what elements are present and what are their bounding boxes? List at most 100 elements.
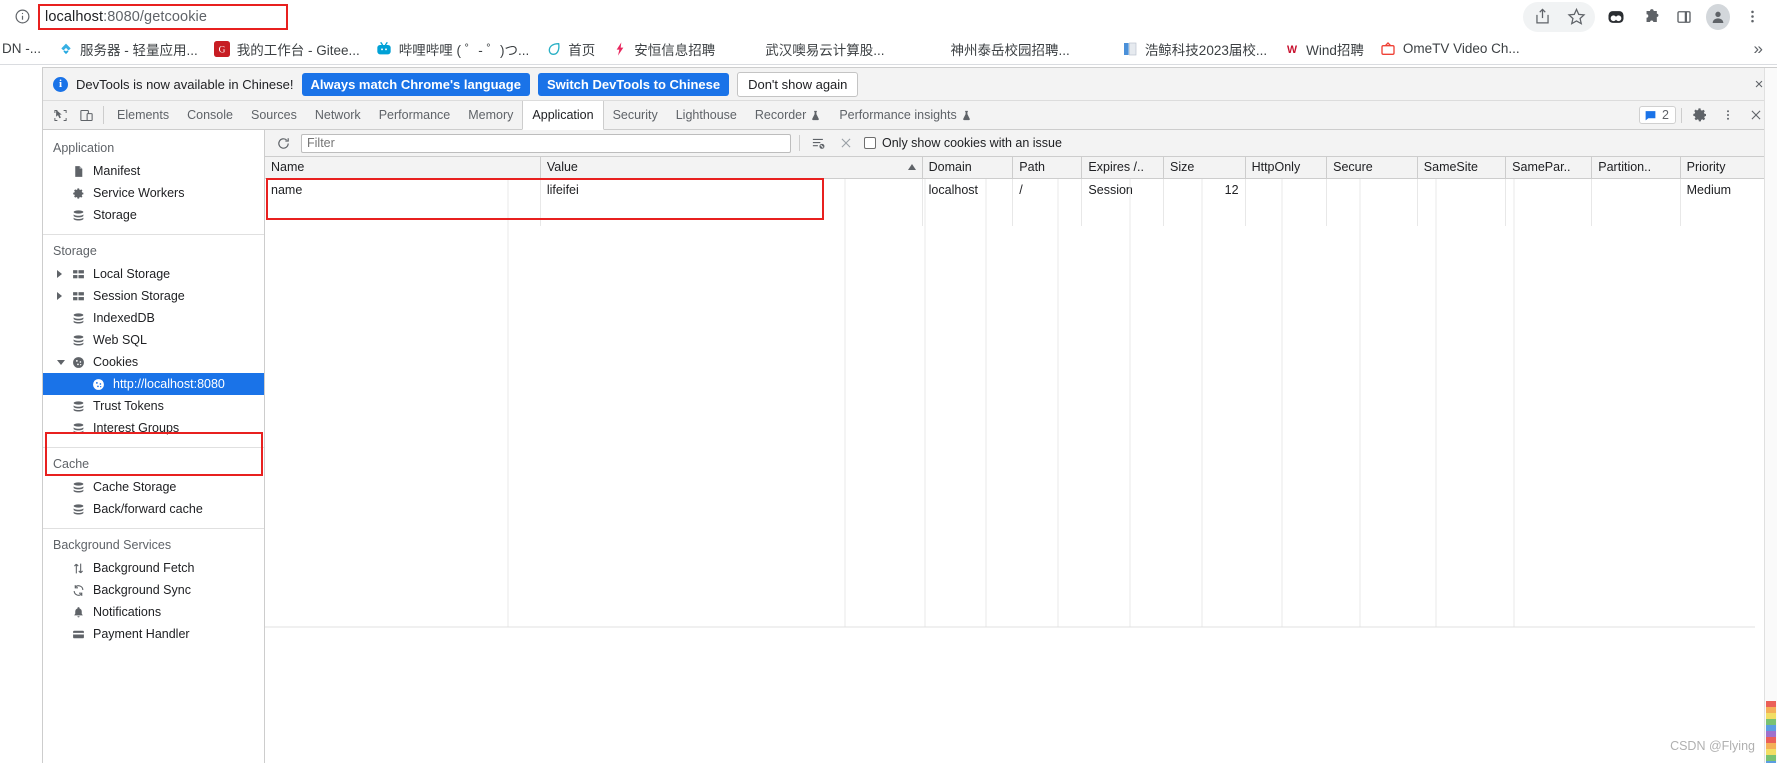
- sidebar-item-local-storage[interactable]: Local Storage: [43, 263, 264, 285]
- messages-count: 2: [1662, 108, 1669, 122]
- refresh-icon[interactable]: [273, 133, 293, 153]
- page-scrollbar[interactable]: [1764, 68, 1777, 763]
- dont-show-again-button[interactable]: Don't show again: [737, 71, 859, 97]
- only-issues-label: Only show cookies with an issue: [882, 136, 1062, 150]
- sidebar-item-label: Trust Tokens: [93, 399, 164, 413]
- bookmark-item[interactable]: 神州泰岳校园招聘...: [943, 36, 1078, 62]
- always-match-language-button[interactable]: Always match Chrome's language: [301, 72, 530, 96]
- sidebar-item-indexeddb[interactable]: IndexedDB: [43, 307, 264, 329]
- sidebar-item-session-storage[interactable]: Session Storage: [43, 285, 264, 307]
- chevron-right-icon[interactable]: [57, 270, 62, 278]
- switch-to-chinese-button[interactable]: Switch DevTools to Chinese: [537, 72, 730, 96]
- sidebar-item-notifications[interactable]: Notifications: [43, 601, 264, 623]
- column-header-samesite[interactable]: SameSite: [1417, 157, 1507, 179]
- bookmark-label: 首页: [568, 42, 596, 58]
- tab-security[interactable]: Security: [604, 101, 667, 129]
- watermark-text: CSDN @Flying: [1670, 739, 1755, 753]
- chevron-right-icon[interactable]: [57, 292, 62, 300]
- sidepanel-icon[interactable]: [1667, 2, 1701, 32]
- tab-performance-insights[interactable]: Performance insights: [830, 101, 980, 129]
- bookmark-item[interactable]: DN -...: [0, 38, 49, 59]
- omnibox-action-pill: [1523, 1, 1595, 32]
- sidebar-group-title: Cache: [53, 457, 90, 471]
- inspect-element-icon[interactable]: [47, 101, 73, 129]
- sidebar-item-service-workers[interactable]: Service Workers: [43, 182, 264, 204]
- column-header-name[interactable]: Name: [265, 157, 541, 179]
- tab-memory[interactable]: Memory: [459, 101, 522, 129]
- sidebar-item-trust-tokens[interactable]: Trust Tokens: [43, 395, 264, 417]
- clear-all-cookies-icon[interactable]: [836, 133, 856, 153]
- sidebar-item-payment-handler[interactable]: Payment Handler: [43, 623, 264, 645]
- column-header-value[interactable]: Value: [540, 157, 923, 179]
- sidebar-item-cache-storage[interactable]: Cache Storage: [43, 476, 264, 498]
- bookmark-item[interactable]: 服务器 - 轻量应用...: [49, 36, 206, 62]
- column-header-partitionkey[interactable]: Partition..: [1591, 157, 1681, 179]
- bookmark-label: DN -...: [2, 41, 41, 56]
- sidebar-item-back-forward-cache[interactable]: Back/forward cache: [43, 498, 264, 520]
- messages-badge[interactable]: 2: [1639, 106, 1676, 124]
- chevron-down-icon[interactable]: [57, 359, 65, 365]
- toolbar-divider: [1681, 107, 1682, 123]
- bookmark-item[interactable]: W Wind招聘: [1275, 36, 1372, 62]
- bookmark-item[interactable]: 武汉噢易云计算股...: [757, 36, 892, 62]
- tab-console[interactable]: Console: [178, 101, 242, 129]
- profile-avatar-icon[interactable]: [1701, 2, 1735, 32]
- column-header-path[interactable]: Path: [1012, 157, 1083, 179]
- tab-lighthouse[interactable]: Lighthouse: [667, 101, 746, 129]
- bookmark-item[interactable]: G 我的工作台 - Gitee...: [206, 36, 368, 62]
- tab-application[interactable]: Application: [522, 101, 604, 130]
- cookies-filter-input[interactable]: [301, 133, 791, 153]
- star-icon[interactable]: [1559, 2, 1593, 32]
- address-bar[interactable]: localhost:8080/getcookie: [38, 3, 1523, 31]
- sidebar-item-cookie-origin-localhost[interactable]: http://localhost:8080: [43, 373, 264, 395]
- column-header-secure[interactable]: Secure: [1326, 157, 1418, 179]
- clear-filtered-icon[interactable]: [808, 133, 828, 153]
- table-header-row: Name Value Domain Path Expires /.. Size …: [265, 157, 1777, 179]
- column-header-httponly[interactable]: HttpOnly: [1245, 157, 1328, 179]
- sidebar-item-background-fetch[interactable]: Background Fetch: [43, 557, 264, 579]
- site-info-icon[interactable]: [12, 7, 32, 27]
- kebab-menu-icon[interactable]: [1715, 104, 1741, 126]
- browser-kebab-menu-icon[interactable]: [1735, 2, 1769, 32]
- bookmark-item[interactable]: 首页: [537, 36, 603, 62]
- bookmark-item[interactable]: 安恒信息招聘: [603, 36, 723, 62]
- share-icon[interactable]: [1525, 2, 1559, 32]
- column-header-expires[interactable]: Expires /..: [1081, 157, 1164, 179]
- extension-panda-icon[interactable]: [1599, 2, 1633, 32]
- sidebar-item-cookies[interactable]: Cookies: [43, 351, 264, 373]
- gear-icon[interactable]: [1687, 104, 1713, 126]
- tab-network[interactable]: Network: [306, 101, 370, 129]
- tab-label: Application: [532, 108, 594, 122]
- tab-label: Security: [612, 108, 658, 122]
- only-issues-checkbox[interactable]: Only show cookies with an issue: [864, 136, 1062, 150]
- tab-label: Performance insights: [839, 108, 957, 122]
- bookmark-item[interactable]: 浩鲸科技2023届校...: [1114, 36, 1275, 62]
- bookmarks-overflow-button[interactable]: »: [1744, 39, 1773, 59]
- puzzle-extensions-icon[interactable]: [1633, 2, 1667, 32]
- cookies-table-container[interactable]: Name Value Domain Path Expires /.. Size …: [265, 157, 1777, 763]
- url-text: localhost:8080/getcookie: [38, 9, 207, 25]
- column-header-priority[interactable]: Priority: [1680, 157, 1777, 179]
- browser-omnibox-row: localhost:8080/getcookie: [0, 0, 1777, 33]
- sidebar-item-background-sync[interactable]: Background Sync: [43, 579, 264, 601]
- sidebar-item-web-sql[interactable]: Web SQL: [43, 329, 264, 351]
- cookie-icon: [71, 355, 86, 370]
- column-header-domain[interactable]: Domain: [922, 157, 1014, 179]
- tab-sources[interactable]: Sources: [242, 101, 306, 129]
- tab-performance[interactable]: Performance: [370, 101, 460, 129]
- tab-elements[interactable]: Elements: [108, 101, 178, 129]
- checkbox-box[interactable]: [864, 137, 876, 149]
- sidebar-item-interest-groups[interactable]: Interest Groups: [43, 417, 264, 439]
- bookmark-item[interactable]: OmeTV Video Ch...: [1372, 37, 1528, 60]
- bookmark-item[interactable]: 哔哩哔哩 ( ゜- ゜)つ...: [368, 36, 538, 62]
- tab-recorder[interactable]: Recorder: [746, 101, 830, 129]
- info-badge-icon: i: [53, 76, 68, 92]
- sidebar-item-storage[interactable]: Storage: [43, 204, 264, 226]
- device-toolbar-icon[interactable]: [73, 101, 99, 129]
- bookmark-label: 神州泰岳校园招聘...: [950, 42, 1070, 58]
- column-header-size[interactable]: Size: [1163, 157, 1246, 179]
- table-row[interactable]: name lifeifei localhost / Session 12 Med…: [265, 178, 1777, 202]
- column-header-samepartykey[interactable]: SamePar..: [1505, 157, 1593, 179]
- toolbar-divider: [103, 106, 104, 124]
- sidebar-item-manifest[interactable]: Manifest: [43, 160, 264, 182]
